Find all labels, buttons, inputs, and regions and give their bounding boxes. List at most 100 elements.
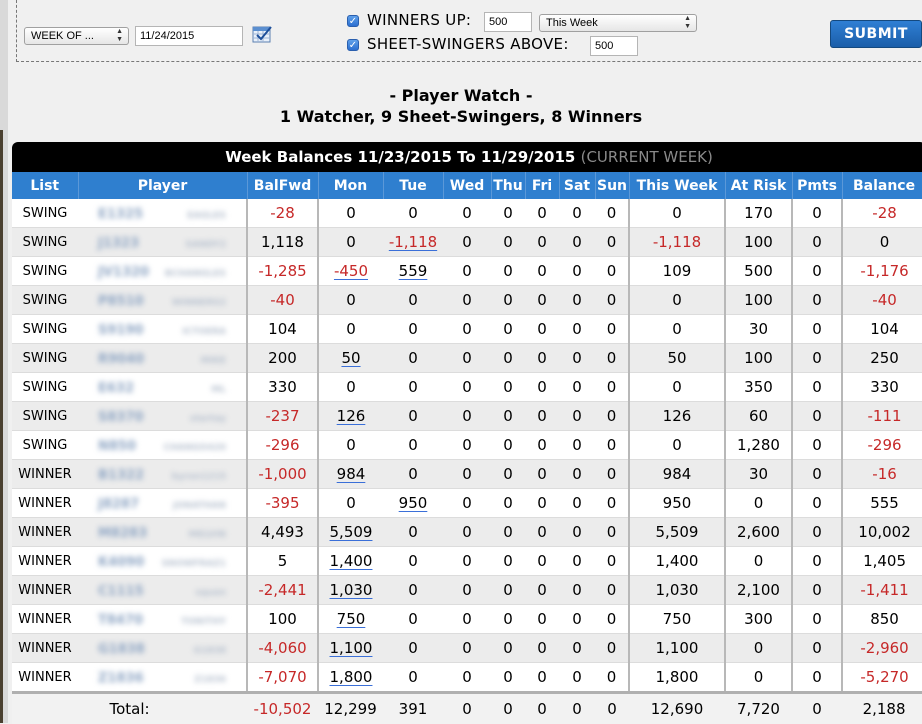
- player-cell[interactable]: M8283MELVIN: [78, 518, 247, 547]
- player-cell[interactable]: J1323SANDY2: [78, 228, 247, 257]
- winners-up-input[interactable]: 500: [484, 12, 532, 32]
- sat-value: 0: [572, 639, 582, 657]
- tue-value: 0: [408, 552, 418, 570]
- thu-cell: 0: [491, 199, 525, 228]
- column-header[interactable]: BalFwd: [247, 172, 318, 199]
- player-cell[interactable]: R9040MIKE: [78, 344, 247, 373]
- table-row[interactable]: SWINGR9040MIKE20050000000501000250: [12, 344, 922, 373]
- date-input[interactable]: 11/24/2015: [135, 26, 243, 46]
- column-header[interactable]: Thu: [491, 172, 525, 199]
- mon-value[interactable]: 984: [337, 465, 366, 483]
- column-header[interactable]: List: [12, 172, 78, 199]
- player-cell[interactable]: G1838G1838: [78, 634, 247, 663]
- swingers-checkbox[interactable]: ✓: [347, 39, 359, 51]
- week-value: 750: [663, 610, 692, 628]
- mon-value[interactable]: 1,800: [330, 668, 373, 686]
- table-row[interactable]: WINNERC1115squan-2,4411,0300000001,0302,…: [12, 576, 922, 605]
- column-header[interactable]: Player: [78, 172, 247, 199]
- fri-value: 0: [537, 668, 547, 686]
- balance-value: -16: [872, 465, 897, 483]
- wed-value: 0: [462, 552, 472, 570]
- swingers-label: SHEET-SWINGERS ABOVE:: [367, 35, 569, 53]
- column-header[interactable]: Balance: [842, 172, 922, 199]
- period-select[interactable]: WEEK OF ... ▲▼: [24, 27, 129, 45]
- table-row[interactable]: WINNERM8283MELVIN4,4935,5090000005,5092,…: [12, 518, 922, 547]
- table-row[interactable]: WINNERZ1836Z1836-7,0701,8000000001,80000…: [12, 663, 922, 693]
- player-cell[interactable]: E1325EAGLES: [78, 199, 247, 228]
- column-header[interactable]: Wed: [443, 172, 491, 199]
- balfwd-cell: -237: [247, 402, 318, 431]
- column-header[interactable]: Pmts: [792, 172, 842, 199]
- column-header[interactable]: Sat: [559, 172, 595, 199]
- player-cell[interactable]: JV1320BCHANGLES: [78, 257, 247, 286]
- mon-value: 0: [346, 233, 356, 251]
- pmts-cell: 0: [792, 634, 842, 663]
- player-cell[interactable]: N850CHANGO420: [78, 431, 247, 460]
- calendar-icon[interactable]: [252, 25, 272, 43]
- tue-cell: 950: [383, 489, 443, 518]
- column-header[interactable]: Tue: [383, 172, 443, 199]
- balance-cell: -40: [842, 286, 922, 315]
- mon-value[interactable]: -450: [334, 262, 368, 280]
- table-row[interactable]: SWINGJV1320BCHANGLES-1,285-4505590000010…: [12, 257, 922, 286]
- table-row[interactable]: WINNERK4090SNOWFRAZ151,4000000001,400001…: [12, 547, 922, 576]
- player-cell[interactable]: S8370startay: [78, 402, 247, 431]
- mon-value[interactable]: 1,030: [330, 581, 373, 599]
- page-title: - Player Watch -: [0, 86, 922, 105]
- mon-value[interactable]: 50: [341, 349, 360, 367]
- tue-value[interactable]: 950: [399, 494, 428, 512]
- column-header[interactable]: Fri: [525, 172, 559, 199]
- swingers-value: 500: [595, 40, 613, 52]
- sun-value: 0: [607, 465, 617, 483]
- mon-value[interactable]: 1,100: [330, 639, 373, 657]
- table-row[interactable]: SWINGE632ML330000000003500330: [12, 373, 922, 402]
- tue-value[interactable]: 559: [399, 262, 428, 280]
- mon-value[interactable]: 1,400: [330, 552, 373, 570]
- table-row[interactable]: SWINGJ1323SANDY21,1180-1,11800000-1,1181…: [12, 228, 922, 257]
- table-row[interactable]: WINNERT8470TONITHY1007500000007503000850: [12, 605, 922, 634]
- sun-value: 0: [607, 349, 617, 367]
- tue-value[interactable]: -1,118: [389, 233, 437, 251]
- wed-value: 0: [462, 233, 472, 251]
- winners-range-select[interactable]: This Week ▲▼: [539, 14, 697, 32]
- mon-cell: 1,030: [318, 576, 383, 605]
- wed-cell: 0: [443, 576, 491, 605]
- column-header[interactable]: Mon: [318, 172, 383, 199]
- table-row[interactable]: SWINGS8370startay-237126000000126600-111: [12, 402, 922, 431]
- thu-value: 0: [503, 262, 513, 280]
- fri-cell: 0: [525, 576, 559, 605]
- submit-button[interactable]: SUBMIT: [830, 20, 922, 48]
- player-name: EAGLES: [156, 211, 226, 221]
- column-header[interactable]: Sun: [595, 172, 629, 199]
- table-row[interactable]: WINNERB1322byron1215-1,00098400000098430…: [12, 460, 922, 489]
- column-header[interactable]: At Risk: [725, 172, 792, 199]
- player-cell[interactable]: E632ML: [78, 373, 247, 402]
- risk-cell: 300: [725, 605, 792, 634]
- mon-value[interactable]: 126: [337, 407, 366, 425]
- thu-cell: 0: [491, 257, 525, 286]
- week-value: 1,100: [656, 639, 699, 657]
- player-cell[interactable]: C1115squan: [78, 576, 247, 605]
- thu-value: 0: [503, 494, 513, 512]
- player-cell[interactable]: T8470TONITHY: [78, 605, 247, 634]
- player-cell[interactable]: J8287JONATHAN: [78, 489, 247, 518]
- table-row[interactable]: SWINGE1325EAGLES-28000000001700-28: [12, 199, 922, 228]
- player-cell[interactable]: Z1836Z1836: [78, 663, 247, 693]
- fri-cell: 0: [525, 634, 559, 663]
- table-row[interactable]: SWINGN850CHANGO420-296000000001,2800-296: [12, 431, 922, 460]
- winners-up-checkbox[interactable]: ✓: [347, 15, 359, 27]
- table-row[interactable]: WINNERJ8287JONATHAN-39509500000095000555: [12, 489, 922, 518]
- mon-value[interactable]: 5,509: [330, 523, 373, 541]
- player-cell[interactable]: B1322byron1215: [78, 460, 247, 489]
- mon-value[interactable]: 750: [337, 610, 366, 628]
- swingers-input[interactable]: 500: [590, 36, 638, 56]
- player-cell[interactable]: K4090SNOWFRAZ1: [78, 547, 247, 576]
- list-cell: SWING: [12, 344, 78, 373]
- table-row[interactable]: WINNERG1838G1838-4,0601,1000000001,10000…: [12, 634, 922, 663]
- table-row[interactable]: SWINGP8510WINNERS2-40000000001000-40: [12, 286, 922, 315]
- player-cell[interactable]: P8510WINNERS2: [78, 286, 247, 315]
- table-row[interactable]: SWINGS9190ICTOERA10400000000300104: [12, 315, 922, 344]
- column-header[interactable]: This Week: [629, 172, 725, 199]
- player-id: J1323: [98, 236, 156, 251]
- player-cell[interactable]: S9190ICTOERA: [78, 315, 247, 344]
